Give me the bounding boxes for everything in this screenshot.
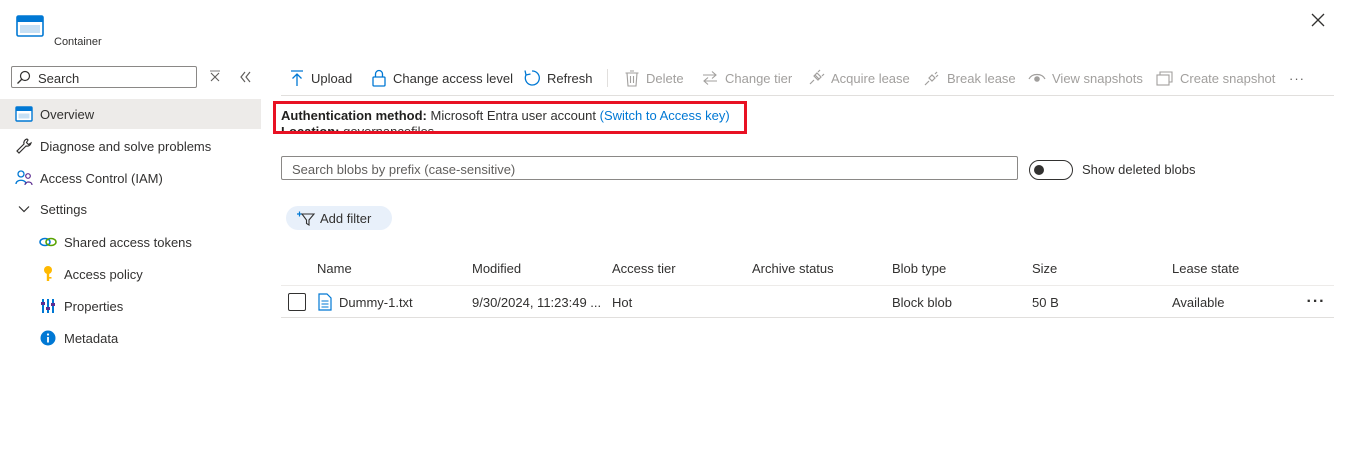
page-subtitle: Container	[54, 36, 102, 48]
sidebar-item-settings[interactable]: Settings	[0, 194, 261, 224]
table-header-divider	[281, 285, 1334, 286]
refresh-icon	[523, 69, 541, 87]
blob-lease-state: Available	[1172, 295, 1225, 310]
view-snapshots-label: View snapshots	[1052, 70, 1143, 86]
sidebar-search-box[interactable]	[11, 66, 197, 88]
upload-label: Upload	[311, 70, 353, 86]
toolbar-divider	[281, 95, 1334, 96]
upload-icon	[289, 69, 305, 87]
refresh-label: Refresh	[547, 70, 593, 86]
trash-icon	[624, 69, 640, 87]
create-snapshot-button[interactable]: Create snapshot	[1156, 66, 1275, 90]
blob-access-tier: Hot	[612, 295, 633, 310]
blob-search-input[interactable]	[290, 158, 1014, 180]
col-header-blob-type[interactable]: Blob type	[892, 261, 946, 276]
sidebar-item-label: Access Control (IAM)	[40, 170, 163, 186]
break-lease-button[interactable]: Break lease	[923, 66, 1016, 90]
change-access-level-label: Change access level	[393, 70, 513, 86]
properties-icon	[39, 297, 57, 315]
col-header-archive-status[interactable]: Archive status	[752, 261, 834, 276]
delete-button[interactable]: Delete	[624, 66, 684, 90]
sidebar-item-label: Metadata	[64, 330, 119, 346]
sidebar-item-metadata[interactable]: Metadata	[0, 323, 261, 353]
swap-arrows-icon	[701, 70, 719, 86]
chevron-down-icon	[15, 200, 33, 218]
col-header-name[interactable]: Name	[317, 261, 352, 276]
sidebar-item-iam[interactable]: Access Control (IAM)	[0, 163, 261, 193]
sidebar-item-label: Diagnose and solve problems	[40, 138, 212, 154]
highlight-box	[273, 101, 747, 134]
create-snapshot-label: Create snapshot	[1180, 70, 1276, 86]
toolbar-separator	[607, 69, 608, 87]
container-icon	[16, 14, 44, 38]
lock-icon	[371, 69, 387, 87]
blob-search-box[interactable]	[281, 156, 1018, 180]
sidebar-item-diagnose[interactable]: Diagnose and solve problems	[0, 131, 261, 161]
sidebar-item-overview[interactable]: Overview	[0, 99, 261, 129]
add-filter-label: Add filter	[320, 210, 372, 226]
col-header-lease-state[interactable]: Lease state	[1172, 261, 1239, 276]
acquire-lease-button[interactable]: Acquire lease	[807, 66, 910, 90]
table-row-divider	[281, 317, 1334, 318]
col-header-modified[interactable]: Modified	[472, 261, 521, 276]
plug-icon	[807, 69, 825, 87]
info-icon	[39, 329, 57, 347]
link-icon	[39, 233, 57, 251]
collapse-search-icon[interactable]	[207, 69, 225, 87]
upload-button[interactable]: Upload	[289, 66, 352, 90]
file-icon	[318, 293, 332, 314]
break-lease-label: Break lease	[947, 70, 1016, 86]
acquire-lease-label: Acquire lease	[831, 70, 910, 86]
people-icon	[15, 169, 33, 187]
sidebar-item-properties[interactable]: Properties	[0, 291, 261, 321]
add-filter-icon	[296, 210, 316, 226]
sidebar-item-label: Properties	[64, 298, 124, 314]
key-icon	[39, 265, 57, 283]
sidebar-item-shared-access-tokens[interactable]: Shared access tokens	[0, 227, 261, 257]
delete-label: Delete	[646, 70, 684, 86]
toggle-knob	[1034, 165, 1044, 175]
unplug-icon	[923, 69, 941, 87]
overview-icon	[15, 105, 33, 123]
toolbar-more-button[interactable]: ···	[1289, 66, 1305, 90]
snapshot-icon	[1156, 70, 1174, 86]
more-icon: ···	[1306, 293, 1326, 310]
search-icon	[16, 70, 32, 89]
sidebar-item-label: Shared access tokens	[64, 234, 192, 250]
row-checkbox[interactable]	[288, 293, 306, 311]
blob-modified: 9/30/2024, 11:23:49 ...	[472, 295, 602, 310]
show-deleted-toggle[interactable]	[1029, 160, 1073, 180]
wrench-icon	[15, 137, 33, 155]
change-tier-button[interactable]: Change tier	[701, 66, 792, 90]
blob-size: 50 B	[1032, 295, 1059, 310]
sidebar-item-label: Access policy	[64, 266, 143, 282]
col-header-access-tier[interactable]: Access tier	[612, 261, 676, 276]
sidebar-item-label: Settings	[40, 201, 87, 217]
collapse-sidebar-icon[interactable]	[237, 69, 255, 87]
blob-name-link[interactable]: Dummy-1.txt	[339, 295, 413, 310]
row-more-button[interactable]: ···	[1304, 292, 1328, 312]
col-header-size[interactable]: Size	[1032, 261, 1057, 276]
eye-icon	[1028, 71, 1046, 85]
sidebar-search-input[interactable]	[36, 69, 196, 87]
sidebar-item-access-policy[interactable]: Access policy	[0, 259, 261, 289]
refresh-button[interactable]: Refresh	[523, 66, 593, 90]
blob-type: Block blob	[892, 295, 952, 310]
close-icon[interactable]	[1306, 8, 1330, 32]
change-tier-label: Change tier	[725, 70, 793, 86]
view-snapshots-button[interactable]: View snapshots	[1028, 66, 1143, 90]
show-deleted-label: Show deleted blobs	[1082, 162, 1196, 177]
sidebar-item-label: Overview	[40, 106, 95, 122]
change-access-level-button[interactable]: Change access level	[371, 66, 513, 90]
add-filter-button[interactable]: Add filter	[286, 206, 392, 230]
